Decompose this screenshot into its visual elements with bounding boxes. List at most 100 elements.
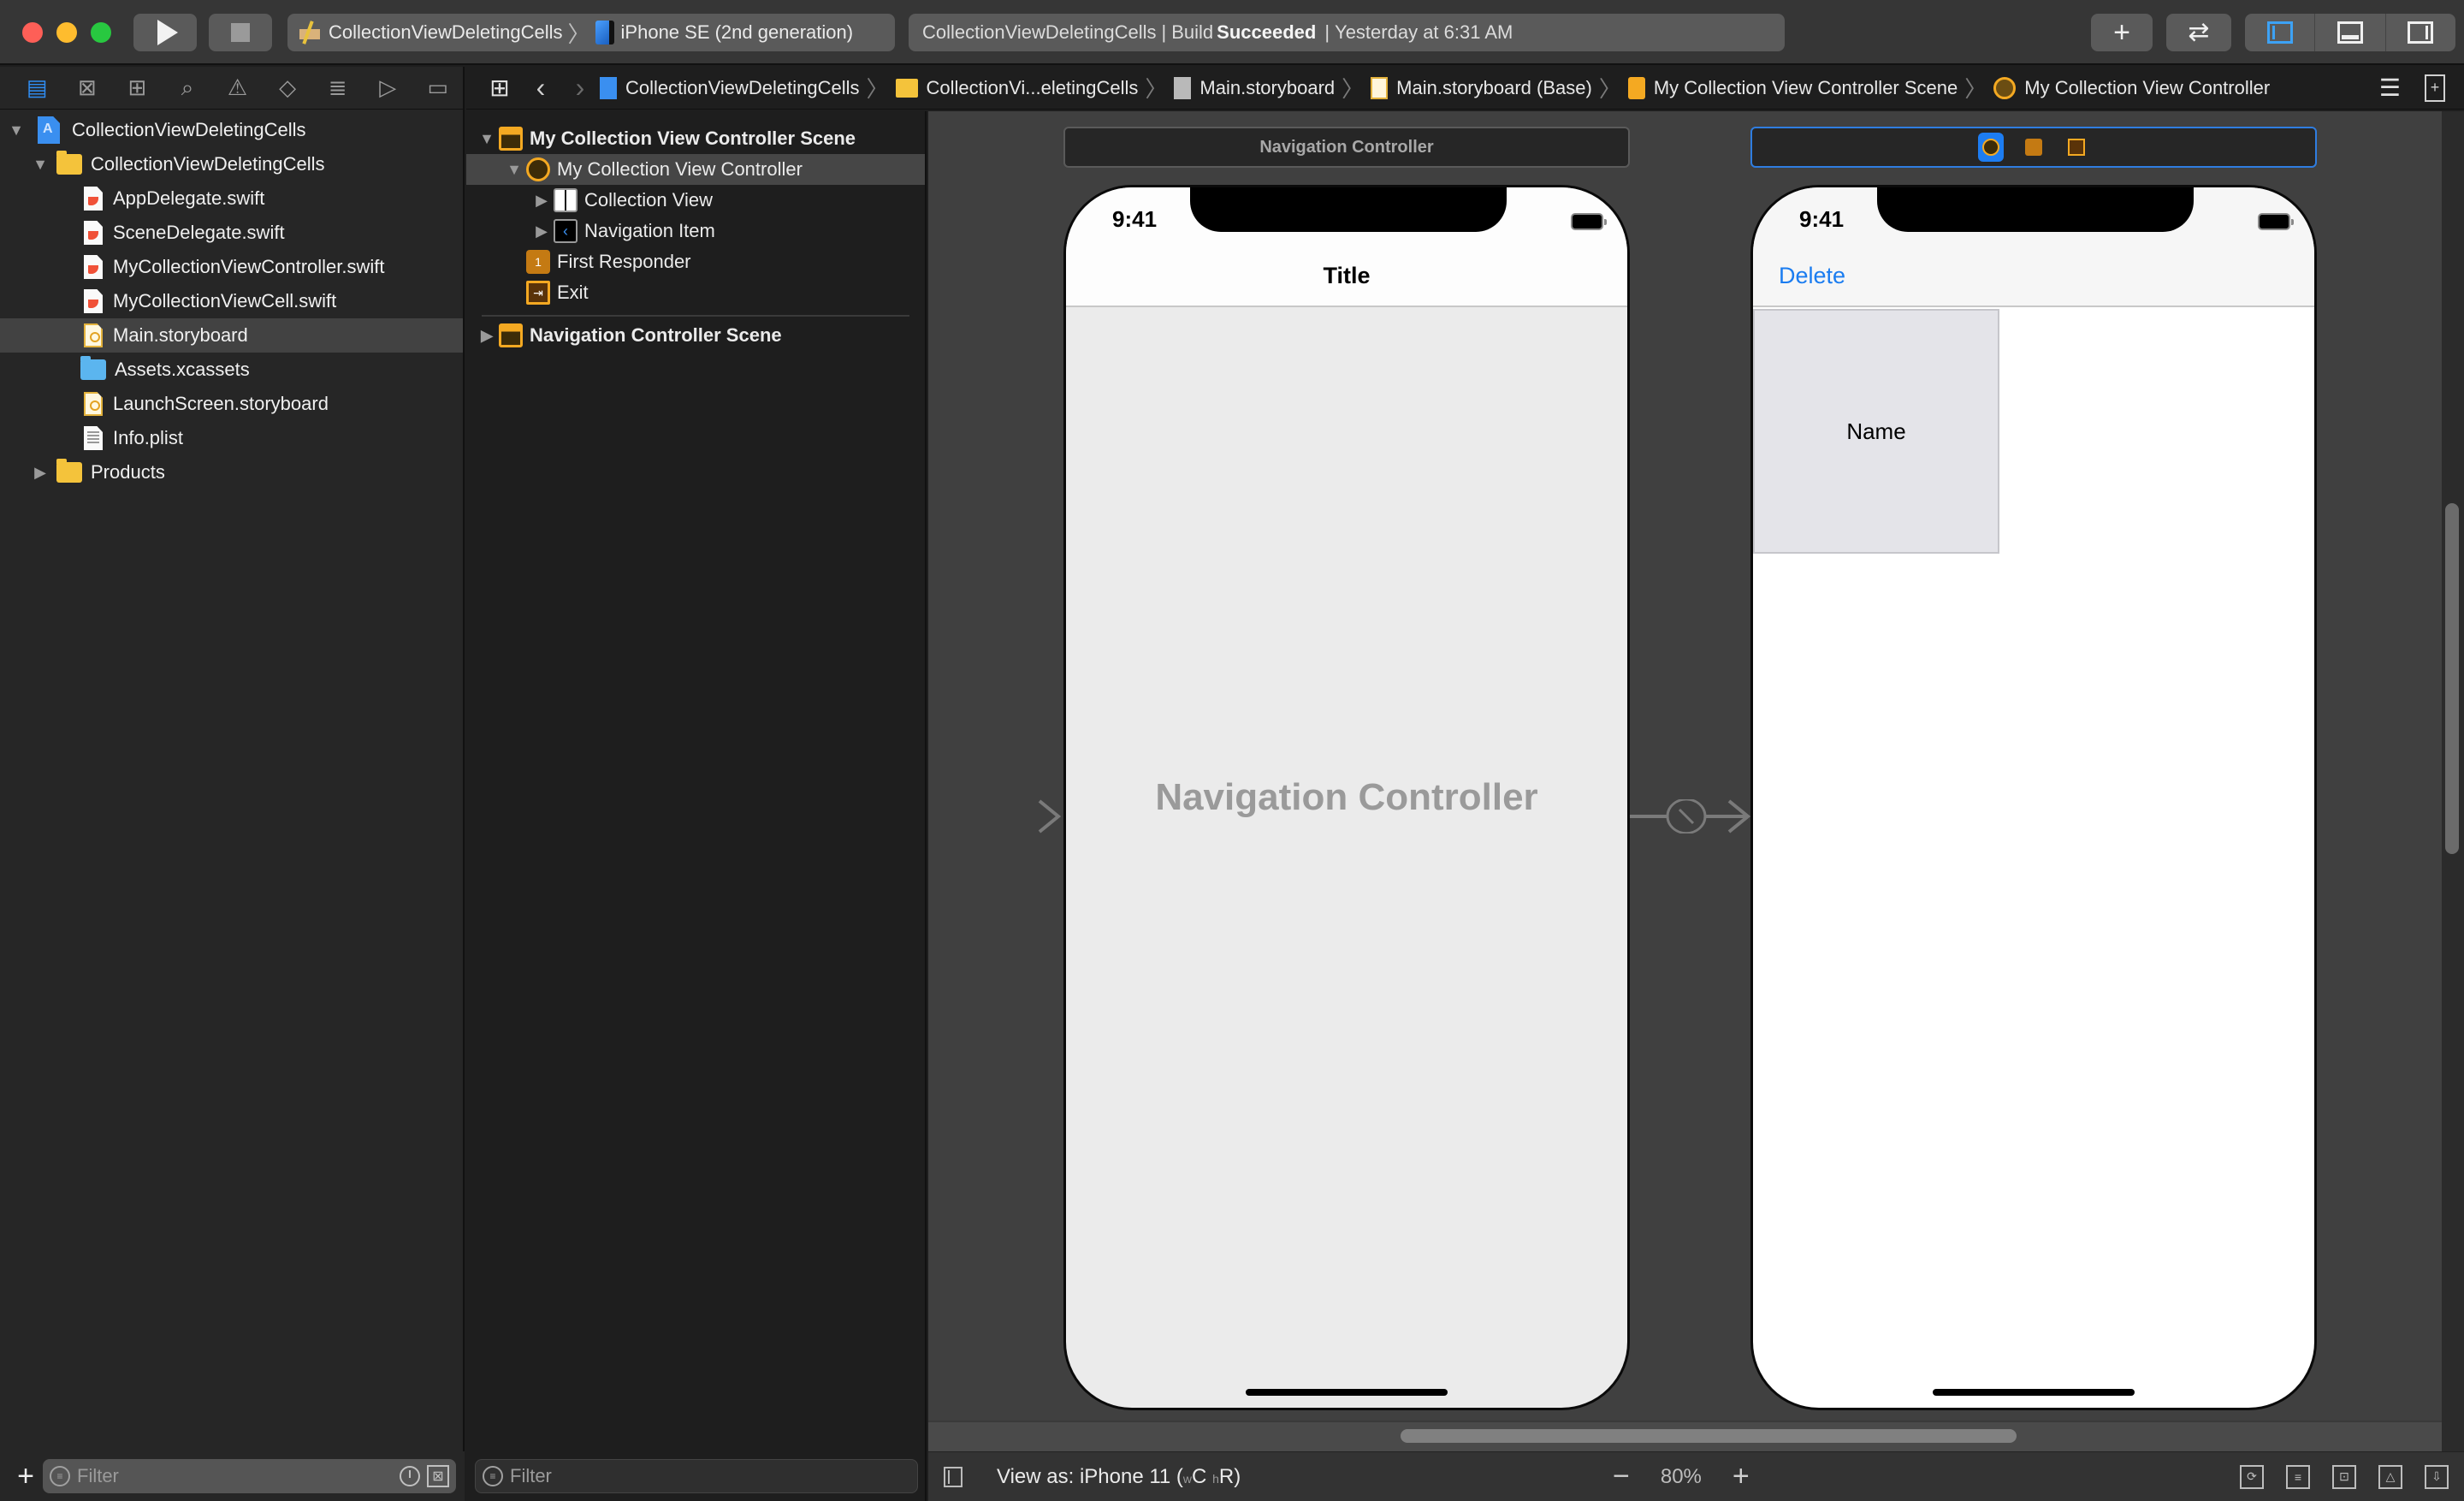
battery-icon <box>2258 213 2294 230</box>
tree-item-group-folder[interactable]: ▼ CollectionViewDeletingCells <box>0 147 463 181</box>
scheme-separator: 〉 <box>567 21 590 47</box>
disclosure-collapsed-icon[interactable]: ▶ <box>530 222 554 240</box>
horizontal-scroll-thumb[interactable] <box>1401 1429 2017 1443</box>
tree-item-file[interactable]: Assets.xcassets <box>0 353 463 387</box>
zoom-level[interactable]: 80% <box>1661 1465 1702 1489</box>
tab-source-control-navigator[interactable]: ⊠ <box>62 71 113 105</box>
scheme-name[interactable]: CollectionViewDeletingCells <box>329 21 563 44</box>
dock-exit-button[interactable] <box>2064 133 2089 162</box>
initial-view-controller-arrow-icon[interactable] <box>928 799 1063 834</box>
zoom-in-button[interactable]: + <box>1732 1460 1750 1493</box>
tree-item-group-folder[interactable]: ▶ Products <box>0 455 463 489</box>
align-icon[interactable]: ≡ <box>2286 1464 2310 1489</box>
disclosure-expanded-icon[interactable]: ▼ <box>31 156 50 174</box>
stop-button[interactable] <box>209 14 272 51</box>
breadcrumb-item[interactable]: Main.storyboard (Base) <box>1396 77 1592 99</box>
vertical-scrollbar[interactable] <box>2442 111 2464 1451</box>
tree-item-label: Products <box>91 461 165 483</box>
outline-item-collection-view[interactable]: ▶ Collection View <box>466 185 925 216</box>
outline-item-view-controller[interactable]: ▼ My Collection View Controller <box>466 154 925 185</box>
tree-item-project[interactable]: ▼ CollectionViewDeletingCells <box>0 113 463 147</box>
tree-item-file[interactable]: MyCollectionViewCell.swift <box>0 284 463 318</box>
dock-first-responder-button[interactable] <box>2021 133 2046 162</box>
run-destination[interactable]: iPhone SE (2nd generation) <box>621 21 854 44</box>
scheme-selector[interactable]: CollectionViewDeletingCells 〉 iPhone SE … <box>287 14 895 51</box>
tab-symbol-navigator[interactable]: ⊞ <box>112 71 163 105</box>
zoom-window-button[interactable] <box>91 22 111 43</box>
code-review-button[interactable]: ⇄ <box>2166 14 2231 51</box>
toggle-inspector-button[interactable] <box>2386 14 2455 51</box>
delete-bar-button[interactable]: Delete <box>1779 263 1845 289</box>
tab-test-navigator[interactable]: ◇ <box>263 71 313 105</box>
disclosure-expanded-icon[interactable]: ▼ <box>502 161 526 179</box>
navigation-controller-scene-dock[interactable]: Navigation Controller <box>1063 127 1630 168</box>
update-frames-icon[interactable]: ⟳ <box>2240 1464 2264 1489</box>
vertical-scroll-thumb[interactable] <box>2445 503 2459 854</box>
add-editor-icon[interactable]: + <box>2425 74 2445 102</box>
navigator-filter-input[interactable]: ≡ Filter ⊠ <box>43 1459 456 1493</box>
view-as-device-button[interactable]: View as: iPhone 11 (wC hR) <box>997 1465 1241 1489</box>
disclosure-expanded-icon[interactable]: ▼ <box>475 130 499 148</box>
minimize-window-button[interactable] <box>56 22 77 43</box>
outline-item-navigation-item[interactable]: ▶ ‹ Navigation Item <box>466 216 925 246</box>
outline-item-exit[interactable]: ⇥ Exit <box>466 277 925 308</box>
tree-item-label: MyCollectionViewCell.swift <box>113 290 337 311</box>
tab-find-navigator[interactable]: ⌕ <box>163 71 213 105</box>
breadcrumb-item[interactable]: CollectionViewDeletingCells <box>625 77 860 99</box>
disclosure-collapsed-icon[interactable]: ▶ <box>530 192 554 210</box>
cell-name-label[interactable]: Name <box>1846 418 1905 445</box>
disclosure-expanded-icon[interactable]: ▼ <box>7 122 26 139</box>
collection-view-controller-scene[interactable]: 9:41 Delete Name <box>1750 185 2317 1410</box>
tab-report-navigator[interactable]: ▭ <box>413 71 464 105</box>
library-button[interactable]: + <box>2091 14 2153 51</box>
storyboard-canvas[interactable]: Navigation Controller 9:41 Title Navigat… <box>928 111 2464 1451</box>
outline-item-scene[interactable]: ▼ My Collection View Controller Scene <box>466 123 925 154</box>
breadcrumb-item[interactable]: My Collection View Controller <box>2024 77 2270 99</box>
navigation-title[interactable]: Title <box>1066 263 1627 289</box>
disclosure-collapsed-icon[interactable]: ▶ <box>475 327 499 345</box>
resolve-issues-icon[interactable]: △ <box>2378 1464 2402 1489</box>
embed-in-icon[interactable]: ⇩ <box>2425 1464 2449 1489</box>
breadcrumb-item[interactable]: Main.storyboard <box>1199 77 1335 99</box>
activity-view: CollectionViewDeletingCells | Build Succ… <box>909 14 1785 51</box>
collection-view-controller-scene-dock[interactable] <box>1750 127 2317 168</box>
tree-item-file[interactable]: Info.plist <box>0 421 463 455</box>
related-items-icon[interactable]: ⊞ <box>478 74 521 102</box>
back-button[interactable]: ‹ <box>521 72 560 104</box>
tab-project-navigator[interactable]: ▤ <box>12 71 62 105</box>
editor-options-icon[interactable]: ☰ <box>2379 74 2401 102</box>
tree-item-file[interactable]: MyCollectionViewController.swift <box>0 250 463 284</box>
forward-button[interactable]: › <box>560 72 600 104</box>
outline-item-first-responder[interactable]: 1 First Responder <box>466 246 925 277</box>
root-view-controller-segue-icon[interactable] <box>1630 799 1750 834</box>
source-control-filter-icon[interactable]: ⊠ <box>427 1465 449 1487</box>
dock-view-controller-button[interactable] <box>1978 133 2004 162</box>
outline-item-scene[interactable]: ▶ Navigation Controller Scene <box>466 320 925 351</box>
toggle-navigator-button[interactable] <box>2245 14 2316 51</box>
tab-debug-navigator[interactable]: ≣ <box>312 71 363 105</box>
tree-item-file[interactable]: SceneDelegate.swift <box>0 216 463 250</box>
navigation-controller-scene[interactable]: 9:41 Title Navigation Controller <box>1063 185 1630 1410</box>
toggle-document-outline-icon[interactable] <box>944 1466 962 1487</box>
tab-breakpoint-navigator[interactable]: ▷ <box>363 71 413 105</box>
breadcrumb-item[interactable]: CollectionVi...eletingCells <box>927 77 1139 99</box>
tab-issue-navigator[interactable]: ⚠ <box>212 71 263 105</box>
toggle-debug-area-button[interactable] <box>2315 14 2386 51</box>
disclosure-collapsed-icon[interactable]: ▶ <box>31 464 50 482</box>
add-file-button[interactable]: + <box>9 1460 43 1493</box>
breadcrumb-separator: 〉 <box>1598 76 1621 102</box>
close-window-button[interactable] <box>22 22 43 43</box>
tree-item-file-selected[interactable]: Main.storyboard <box>0 318 463 353</box>
outline-filter-input[interactable]: ≡ Filter <box>475 1459 918 1493</box>
home-indicator <box>1246 1389 1448 1396</box>
zoom-out-button[interactable]: − <box>1613 1460 1630 1493</box>
tree-item-file[interactable]: LaunchScreen.storyboard <box>0 387 463 421</box>
collection-view-cell[interactable]: Name <box>1753 309 1999 554</box>
tree-item-file[interactable]: AppDelegate.swift <box>0 181 463 216</box>
recent-files-icon[interactable] <box>400 1466 420 1486</box>
activity-divider: | <box>1161 21 1167 43</box>
add-constraints-icon[interactable]: ⊡ <box>2332 1464 2356 1489</box>
horizontal-scrollbar[interactable] <box>928 1421 2442 1451</box>
breadcrumb-item[interactable]: My Collection View Controller Scene <box>1654 77 1958 99</box>
run-button[interactable] <box>133 14 197 51</box>
